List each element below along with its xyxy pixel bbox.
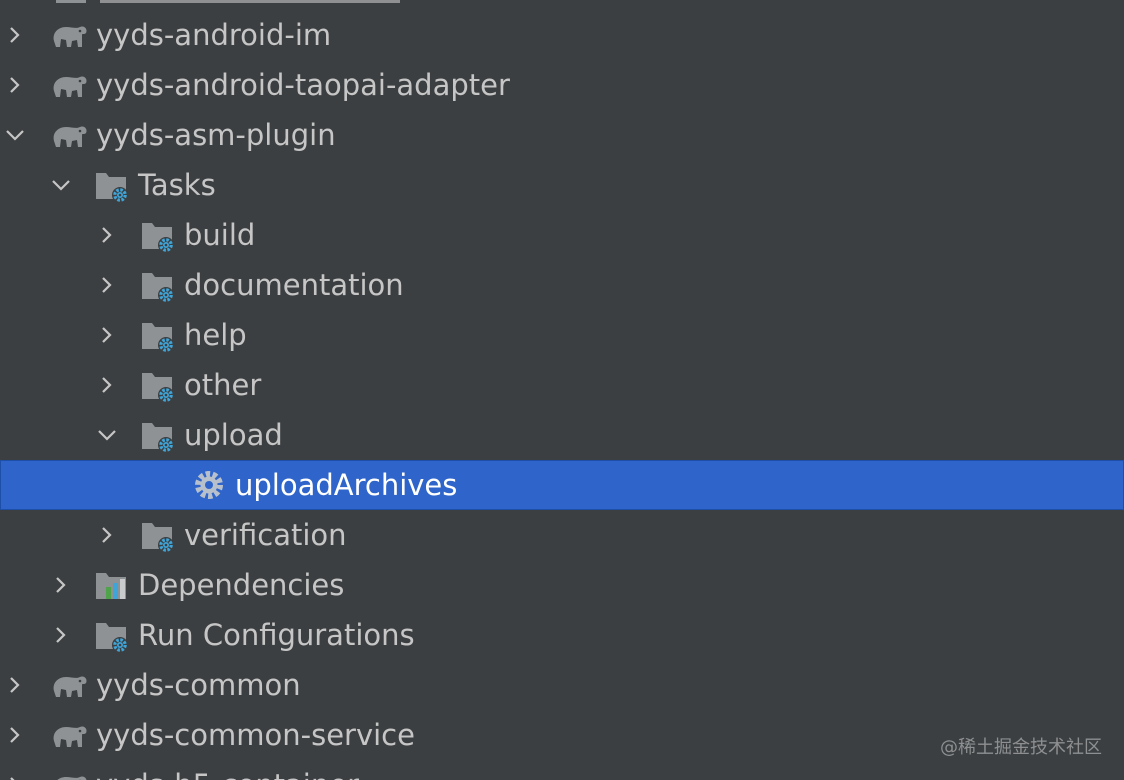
chevron-right-icon[interactable] [50, 570, 72, 600]
tree-row-label: other [184, 368, 262, 402]
tree-row-label: yyds-android-taopai-adapter [96, 68, 510, 102]
gradle-elephant-icon [50, 715, 90, 755]
tree-row-tasks[interactable]: Tasks [0, 160, 1124, 210]
task-folder-gear-icon [92, 615, 132, 655]
tree-row-other[interactable]: other [0, 360, 1124, 410]
tree-row-label: build [184, 218, 256, 252]
chevron-right-icon[interactable] [96, 220, 118, 250]
chevron-right-icon[interactable] [4, 720, 26, 750]
chevron-right-icon[interactable] [4, 770, 26, 780]
chevron-right-icon[interactable] [96, 520, 118, 550]
chevron-right-icon[interactable] [96, 370, 118, 400]
cut-off-row [56, 0, 456, 6]
chevron-down-icon[interactable] [96, 420, 118, 450]
chevron-right-icon[interactable] [4, 670, 26, 700]
chevron-down-icon[interactable] [50, 170, 72, 200]
chevron-right-icon[interactable] [96, 320, 118, 350]
tree-row-label: Run Configurations [138, 618, 415, 652]
tree-row-label: yyds-h5-container [96, 760, 359, 780]
tree-row-yyds-asm-plugin[interactable]: yyds-asm-plugin [0, 110, 1124, 160]
tree-row-label: yyds-asm-plugin [96, 118, 336, 152]
gradle-elephant-icon [50, 665, 90, 705]
gradle-elephant-icon [50, 15, 90, 55]
tree-row-label: Dependencies [138, 568, 345, 602]
chevron-right-icon[interactable] [50, 620, 72, 650]
tree-row-yyds-android-taopai-adapter[interactable]: yyds-android-taopai-adapter [0, 60, 1124, 110]
task-folder-gear-icon [138, 265, 178, 305]
task-folder-gear-icon [138, 215, 178, 255]
tree-row-label: Tasks [138, 168, 216, 202]
tree-row-yyds-h5-container[interactable]: yyds-h5-container [0, 760, 1124, 780]
gradle-elephant-icon [50, 115, 90, 155]
tree-row-label: uploadArchives [235, 468, 458, 502]
task-folder-gear-icon [138, 515, 178, 555]
tree-row-label: documentation [184, 268, 404, 302]
tree-row-build[interactable]: build [0, 210, 1124, 260]
tree-row-dependencies[interactable]: Dependencies [0, 560, 1124, 610]
tree-row-yyds-common[interactable]: yyds-common [0, 660, 1124, 710]
dependencies-folder-icon [92, 565, 132, 605]
gradle-elephant-icon [50, 65, 90, 105]
tree-row-label: yyds-android-im [96, 18, 332, 52]
gear-icon [189, 465, 229, 505]
tree-row-label: help [184, 318, 247, 352]
gradle-elephant-icon [50, 765, 90, 780]
tree-row-label: verification [184, 518, 347, 552]
task-folder-gear-icon [138, 315, 178, 355]
gradle-project-tree: yyds-android-im yyds-android-taopai-adap… [0, 0, 1124, 780]
chevron-right-icon[interactable] [4, 20, 26, 50]
tree-row-label: yyds-common [96, 668, 301, 702]
chevron-down-icon[interactable] [4, 120, 26, 150]
task-folder-gear-icon [138, 365, 178, 405]
task-folder-gear-icon [138, 415, 178, 455]
chevron-right-icon[interactable] [4, 70, 26, 100]
tree-row-uploadArchives[interactable]: uploadArchives [0, 460, 1124, 510]
watermark: @稀土掘金技术社区 [940, 737, 1102, 758]
tree-row-upload[interactable]: upload [0, 410, 1124, 460]
tree-row-yyds-android-im[interactable]: yyds-android-im [0, 10, 1124, 60]
tree-row-help[interactable]: help [0, 310, 1124, 360]
chevron-right-icon[interactable] [96, 270, 118, 300]
tree-row-verification[interactable]: verification [0, 510, 1124, 560]
tree-row-label: upload [184, 418, 283, 452]
tree-row-run-configurations[interactable]: Run Configurations [0, 610, 1124, 660]
task-folder-gear-icon [92, 165, 132, 205]
tree-row-documentation[interactable]: documentation [0, 260, 1124, 310]
tree-row-label: yyds-common-service [96, 718, 415, 752]
